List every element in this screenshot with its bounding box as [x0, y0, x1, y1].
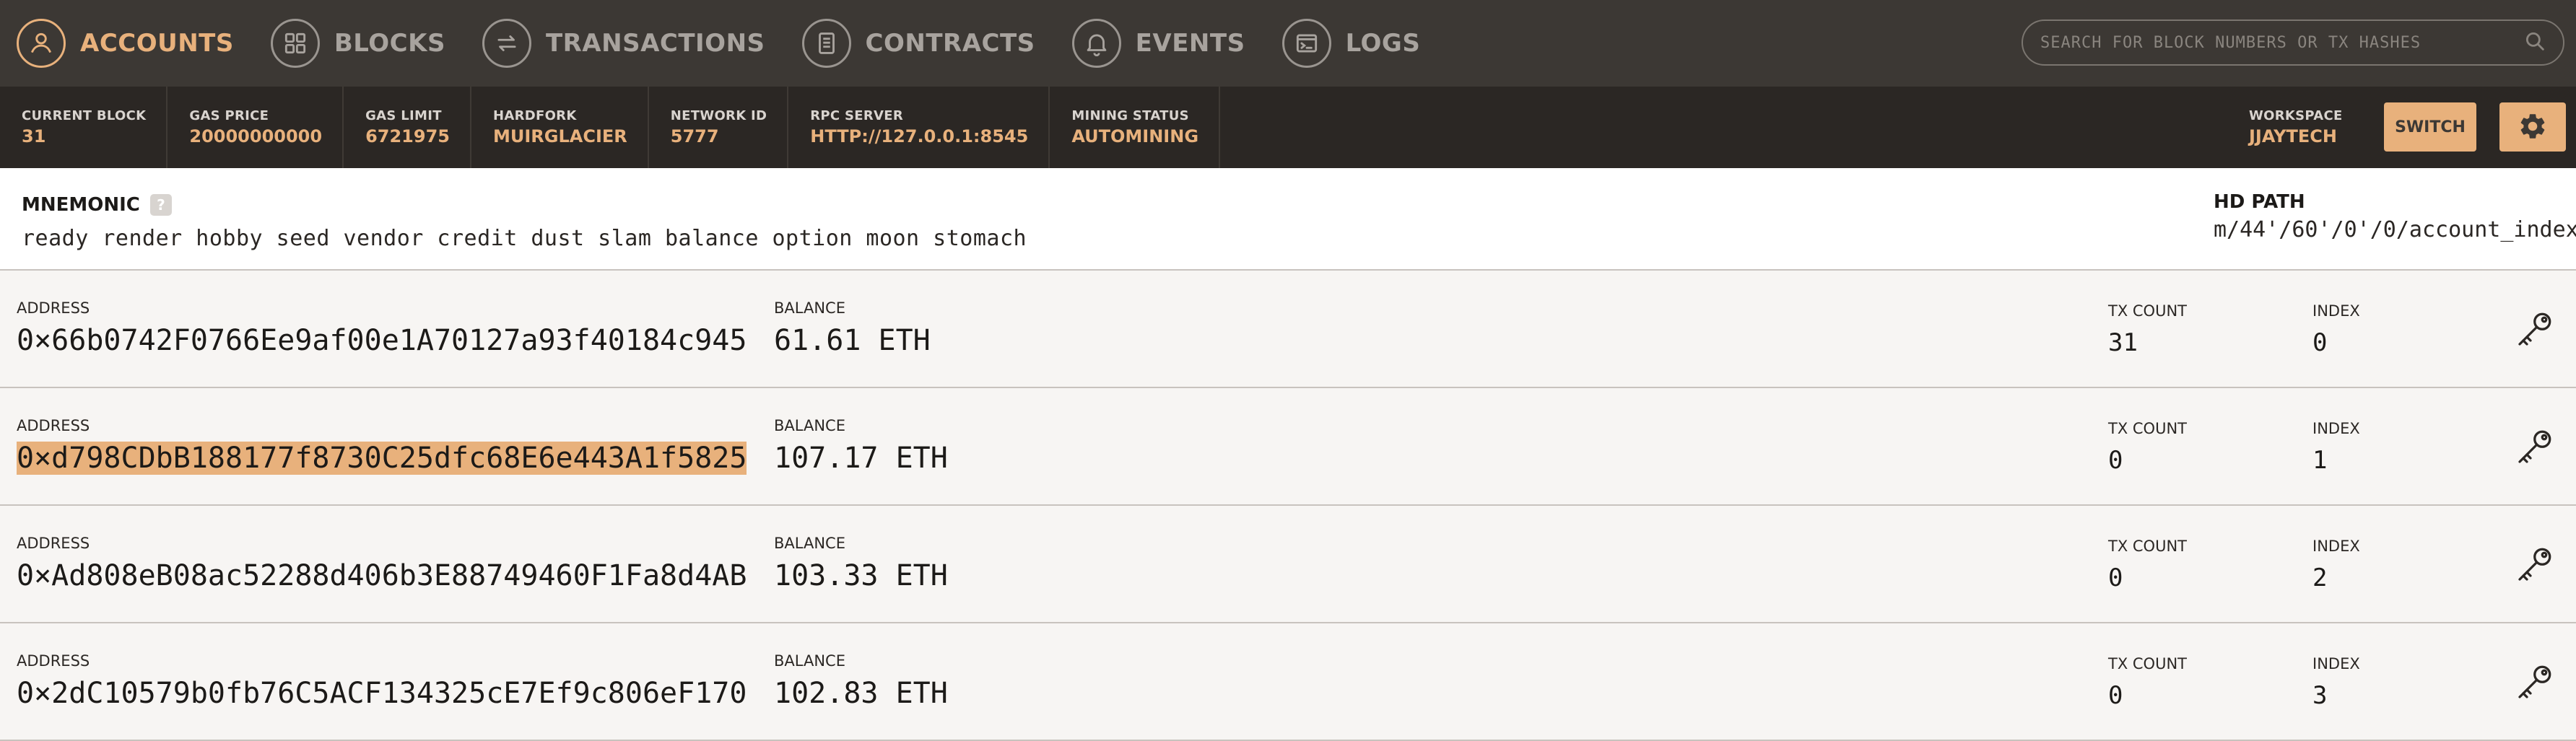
- tx-count-value: 0: [2108, 446, 2123, 475]
- address-label: ADDRESS: [17, 299, 90, 317]
- account-row[interactable]: ADDRESS 0×d798CDbB188177f8730C25dfc68E6e…: [0, 388, 2576, 506]
- nav-contracts[interactable]: CONTRACTS: [786, 0, 1056, 87]
- balance-value: 61.61 ETH: [774, 324, 931, 357]
- address-label: ADDRESS: [17, 535, 90, 552]
- stat-value: AUTOMINING: [1071, 126, 1199, 146]
- stat-value: 20000000000: [189, 126, 323, 146]
- tx-count-label: TX COUNT: [2108, 302, 2187, 320]
- settings-button[interactable]: [2499, 102, 2566, 152]
- account-row[interactable]: ADDRESS 0×66b0742F0766Ee9af00e1A70127a93…: [0, 271, 2576, 388]
- tx-count-label: TX COUNT: [2108, 538, 2187, 555]
- key-icon[interactable]: [2512, 426, 2556, 469]
- key-icon[interactable]: [2512, 308, 2556, 351]
- hd-path-title: HD PATH: [2214, 191, 2305, 213]
- stat-label: GAS PRICE: [189, 108, 269, 123]
- grid-icon: [270, 19, 320, 68]
- index-value: 0: [2312, 328, 2328, 357]
- terminal-icon: [1282, 19, 1331, 68]
- nav-accounts[interactable]: ACCOUNTS: [0, 0, 254, 87]
- stat-gas-price: GAS PRICE 20000000000: [167, 87, 344, 168]
- account-row[interactable]: ADDRESS 0×2dC10579b0fb76C5ACF134325cE7Ef…: [0, 623, 2576, 741]
- stat-label: MINING STATUS: [1071, 108, 1189, 123]
- index-label: INDEX: [2312, 302, 2360, 320]
- stat-network-id: NETWORK ID 5777: [649, 87, 789, 168]
- index-value: 2: [2312, 564, 2328, 592]
- address-label: ADDRESS: [17, 652, 90, 670]
- search-icon[interactable]: [2523, 29, 2547, 57]
- account-row[interactable]: ADDRESS 0×Ad808eB08ac52288d406b3E8874946…: [0, 506, 2576, 623]
- stat-hardfork: HARDFORK MUIRGLACIER: [471, 87, 649, 168]
- stat-label: NETWORK ID: [670, 108, 767, 123]
- nav-transactions-label: TRANSACTIONS: [545, 29, 765, 58]
- balance-label: BALANCE: [774, 652, 845, 670]
- nav-events-label: EVENTS: [1135, 29, 1245, 58]
- balance-value: 107.17 ETH: [774, 442, 948, 475]
- tx-count-value: 31: [2108, 328, 2138, 357]
- stat-rpc-server: RPC SERVER HTTP://127.0.0.1:8545: [788, 87, 1050, 168]
- index-value: 1: [2312, 446, 2328, 475]
- stat-value: JJAYTECH: [2249, 126, 2337, 146]
- stat-label: HARDFORK: [492, 108, 577, 123]
- tx-count-value: 0: [2108, 681, 2123, 710]
- stat-label: RPC SERVER: [810, 108, 904, 123]
- balance-label: BALANCE: [774, 299, 845, 317]
- status-bar: CURRENT BLOCK 31 GAS PRICE 20000000000 G…: [0, 87, 2576, 168]
- stat-value: MUIRGLACIER: [492, 126, 627, 146]
- search-box: [2022, 19, 2564, 66]
- balance-value: 103.33 ETH: [774, 559, 948, 592]
- nav-blocks-label: BLOCKS: [334, 29, 445, 58]
- mnemonic-label: MNEMONIC: [22, 194, 140, 216]
- tx-count-label: TX COUNT: [2108, 655, 2187, 672]
- bell-icon: [1071, 19, 1121, 68]
- nav-logs-label: LOGS: [1345, 29, 1421, 58]
- stat-value: 31: [22, 126, 46, 146]
- balance-value: 102.83 ETH: [774, 677, 948, 710]
- nav-events[interactable]: EVENTS: [1056, 0, 1266, 87]
- address-value: 0×2dC10579b0fb76C5ACF134325cE7Ef9c806eF1…: [17, 677, 747, 710]
- mnemonic-section: MNEMONIC ? ready render hobby seed vendo…: [0, 168, 2576, 271]
- key-icon[interactable]: [2512, 661, 2556, 704]
- stat-workspace: WORKSPACE JJAYTECH: [2227, 87, 2364, 168]
- nav-contracts-label: CONTRACTS: [865, 29, 1035, 58]
- balance-label: BALANCE: [774, 417, 845, 434]
- balance-label: BALANCE: [774, 535, 845, 552]
- index-label: INDEX: [2312, 655, 2360, 672]
- stat-value: 6721975: [365, 126, 450, 146]
- stat-label: WORKSPACE: [2249, 108, 2343, 123]
- nav-transactions[interactable]: TRANSACTIONS: [466, 0, 786, 87]
- index-value: 3: [2312, 681, 2328, 710]
- switch-workspace-button[interactable]: SWITCH: [2384, 102, 2476, 152]
- mnemonic-words: ready render hobby seed vendor credit du…: [22, 226, 1027, 251]
- stat-label: GAS LIMIT: [365, 108, 442, 123]
- stat-mining-status: MINING STATUS AUTOMINING: [1050, 87, 1221, 168]
- stat-gas-limit: GAS LIMIT 6721975: [344, 87, 471, 168]
- gear-icon: [2518, 111, 2548, 144]
- tx-count-value: 0: [2108, 564, 2123, 592]
- stat-value: 5777: [670, 126, 719, 146]
- swap-arrows-icon: [482, 19, 531, 68]
- accounts-list: ADDRESS 0×66b0742F0766Ee9af00e1A70127a93…: [0, 271, 2576, 741]
- document-icon: [801, 19, 851, 68]
- nav-accounts-label: ACCOUNTS: [80, 29, 234, 58]
- index-label: INDEX: [2312, 420, 2360, 437]
- search-input[interactable]: [2039, 32, 2523, 53]
- address-label: ADDRESS: [17, 417, 90, 434]
- nav-blocks[interactable]: BLOCKS: [254, 0, 466, 87]
- mnemonic-title: MNEMONIC ?: [22, 194, 172, 216]
- index-label: INDEX: [2312, 538, 2360, 555]
- stat-label: CURRENT BLOCK: [22, 108, 147, 123]
- hd-path-value: m/44'/60'/0'/0/account_index: [2214, 217, 2576, 242]
- address-value: 0×d798CDbB188177f8730C25dfc68E6e443A1f58…: [17, 442, 747, 475]
- nav-logs[interactable]: LOGS: [1266, 0, 1441, 87]
- address-value: 0×Ad808eB08ac52288d406b3E88749460F1Fa8d4…: [17, 559, 747, 592]
- top-navigation: ACCOUNTS BLOCKS TRANSACTIONS CONTRACTS E…: [0, 0, 2576, 87]
- stat-current-block: CURRENT BLOCK 31: [0, 87, 168, 168]
- address-value: 0×66b0742F0766Ee9af00e1A70127a93f40184c9…: [17, 324, 747, 357]
- key-icon[interactable]: [2512, 543, 2556, 587]
- person-icon: [17, 19, 66, 68]
- help-icon[interactable]: ?: [149, 194, 172, 216]
- stat-value: HTTP://127.0.0.1:8545: [810, 126, 1029, 146]
- tx-count-label: TX COUNT: [2108, 420, 2187, 437]
